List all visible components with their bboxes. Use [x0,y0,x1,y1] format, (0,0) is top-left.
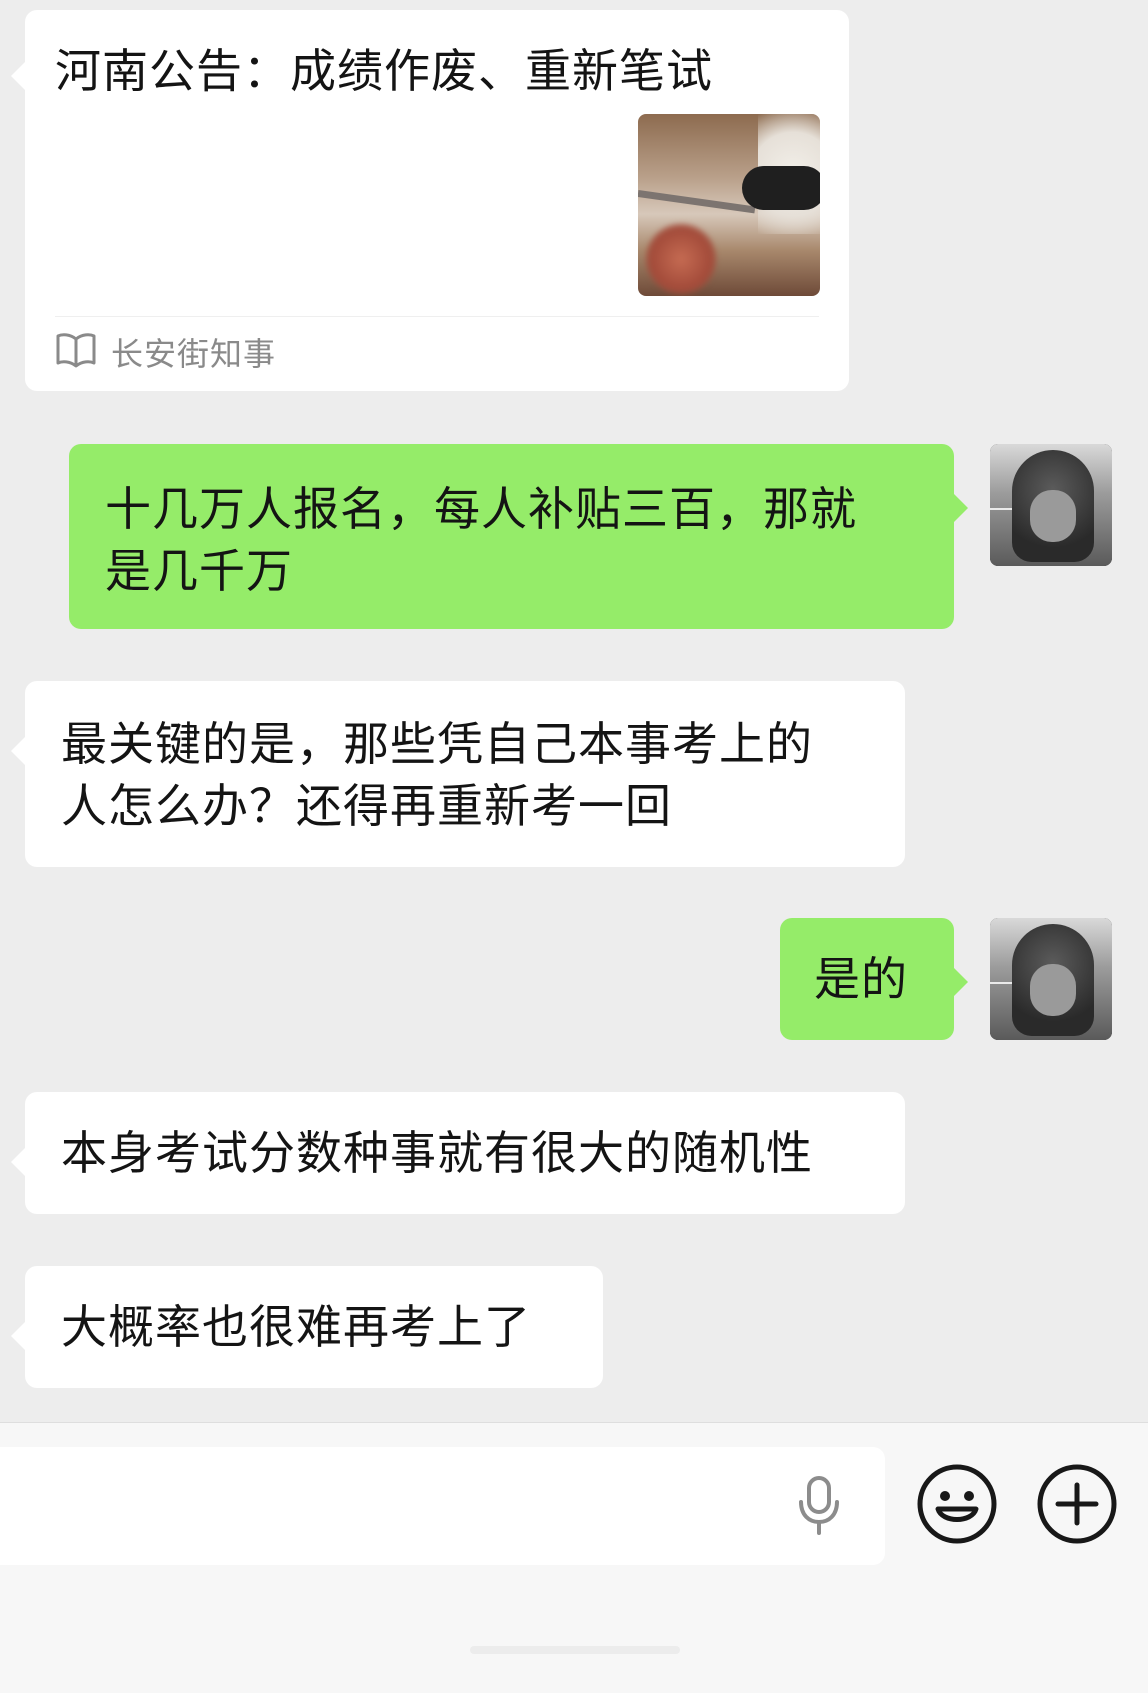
article-card[interactable]: 河南公告：成绩作废、重新笔试 长安街知事 [11,10,849,391]
article-title: 河南公告：成绩作废、重新笔试 [55,44,713,98]
message-line: 本身考试分数种事就有很大的随机性 [61,1126,813,1180]
emoji-icon[interactable] [916,1463,998,1549]
message-line: 人怎么办？还得再重新考一回 [61,779,672,833]
source-name: 长安街知事 [111,335,277,373]
message-bubble-sent[interactable]: 十几万人报名，每人补贴三百，那就 是几千万 [69,444,968,629]
message-bubble-received[interactable]: 大概率也很难再考上了 [11,1266,603,1388]
message-line: 是的 [814,952,908,1006]
message-line: 是几千万 [105,544,293,598]
message-bubble-received[interactable]: 本身考试分数种事就有很大的随机性 [11,1092,905,1214]
user-avatar[interactable] [990,444,1112,566]
message-line: 十几万人报名，每人补贴三百，那就 [105,482,857,536]
open-book-icon [55,331,97,373]
article-thumbnail [638,114,820,296]
user-avatar[interactable] [990,918,1112,1040]
microphone-icon[interactable] [794,1475,844,1541]
home-indicator [470,1646,680,1654]
article-source[interactable]: 长安街知事 [55,331,277,373]
chat-input-bar [0,1422,1148,1693]
message-bubble-sent[interactable]: 是的 [780,918,968,1040]
card-divider [55,316,819,317]
message-bubble-received[interactable]: 最关键的是，那些凭自己本事考上的 人怎么办？还得再重新考一回 [11,681,905,867]
message-line: 最关键的是，那些凭自己本事考上的 [61,717,813,771]
plus-icon[interactable] [1036,1463,1118,1549]
message-input[interactable] [0,1447,885,1565]
message-line: 大概率也很难再考上了 [61,1300,531,1354]
